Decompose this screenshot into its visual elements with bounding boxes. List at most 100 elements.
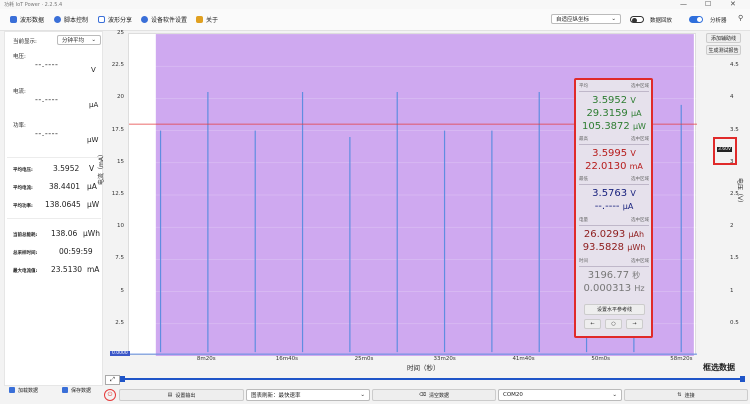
connect-label: 连接 [684, 392, 695, 399]
scrollbar-handle-right[interactable] [740, 376, 745, 382]
minimize-button[interactable]: — [680, 0, 687, 8]
avg-power-value: 138.0645 [45, 200, 81, 209]
generate-report-button[interactable]: 生成测试报告 [706, 45, 741, 55]
x-tick-label: 16m40s [275, 356, 298, 362]
output-icon: ▤ [167, 392, 173, 398]
y-tick-label: 25 [117, 30, 124, 36]
set-horizontal-reference-button[interactable]: 设置水平参考线 [584, 304, 645, 315]
toolbar-waveform-share-label: 波形分享 [108, 17, 133, 24]
total-energy-label: 当前总能耗: [13, 233, 38, 238]
min-voltage-value: 3.5763 [592, 188, 628, 199]
x-tick-label: 25m0s [354, 356, 374, 362]
y2-tick-label: 4 [730, 94, 734, 101]
avg-current-unit: µA [630, 109, 642, 118]
toolbar-device-settings-label: 设备软件设置 [151, 17, 188, 24]
cursor-value-tag: 3.60V [717, 147, 733, 152]
voltage-value: --.---- [35, 60, 59, 69]
voltage-label: 电压: [13, 54, 26, 60]
avg-title: 平均 [579, 84, 588, 89]
current-unit: µA [89, 101, 99, 109]
time-title: 时间 [579, 259, 588, 264]
frequency-value: 0.000313 [583, 283, 632, 294]
port-select[interactable]: COM20 ⌄ [498, 389, 622, 401]
nav-center-button[interactable]: ○ [605, 319, 622, 329]
power-icon[interactable]: ⏻ [104, 389, 116, 401]
avg-voltage-unit: V [630, 96, 636, 105]
energy-value: 93.5828 [582, 242, 625, 253]
toolbar-script-control[interactable]: 脚本控制 [54, 15, 88, 24]
energy-scope: 选中区域 [631, 218, 649, 223]
duration-value: 3196.77 [587, 270, 630, 281]
y2-tick-label: 3.5 [730, 126, 739, 133]
nav-left-button[interactable]: ← [584, 319, 601, 329]
scrollbar-handle-left[interactable] [120, 376, 125, 382]
max-current: 22.0130 mA [579, 161, 649, 172]
energy-unit: µWh [627, 243, 646, 252]
maximize-button[interactable]: ☐ [705, 0, 711, 8]
avg-power-unit: µW [87, 200, 100, 209]
y2-tick-label: 3 [730, 158, 734, 165]
refresh-rate-select[interactable]: 图表刷新：最快速率 ⌄ [246, 389, 370, 401]
charge-unit: µAh [628, 230, 645, 239]
display-mode-select[interactable]: 分钟平均 ⌄ [57, 35, 101, 45]
analyzer-label: 分析器 [710, 18, 727, 24]
arrow-right-icon: → [632, 321, 637, 327]
save-data-button[interactable]: 保存数据 [62, 385, 104, 395]
title-bar: 功耗 IoT Power · 2.2.5.4 — ☐ ✕ [0, 0, 750, 9]
max-current-unit: mA [87, 265, 100, 274]
avg-power: 105.3872 µW [579, 121, 649, 132]
eraser-icon: ⌫ [418, 392, 427, 398]
x-tick-label: 58m20s [670, 356, 693, 362]
y2-tick-label: 4.5 [730, 62, 739, 69]
max-scope: 选中区域 [631, 137, 649, 142]
max-voltage: 3.5995 V [579, 148, 649, 159]
total-energy-unit: µWh [83, 229, 100, 238]
toggle-knob [632, 18, 637, 23]
chevron-down-icon: ⌄ [91, 37, 96, 43]
divider [579, 144, 649, 145]
frequency-unit: Hz [634, 284, 645, 293]
range-select[interactable]: 自适应纵坐标 ⌄ [551, 14, 621, 24]
clear-data-label: 清空数据 [429, 392, 450, 399]
avg-voltage-label: 平均电压: [13, 168, 33, 173]
avg-current-value: 38.4401 [49, 182, 81, 191]
set-output-label: 设置输出 [175, 392, 196, 399]
x-tick-label: 33m20s [433, 356, 456, 362]
energy-title: 电量 [579, 218, 588, 223]
toolbar-waveform-data[interactable]: 波形数据 [10, 15, 44, 24]
nav-right-button[interactable]: → [626, 319, 643, 329]
y-tick-label: 22.5 [111, 62, 124, 69]
min-current-value: --.---- [594, 201, 620, 212]
analyzer-toggle[interactable] [689, 16, 703, 23]
energy: 93.5828 µWh [579, 242, 649, 253]
toolbar-about[interactable]: 关于 [196, 15, 218, 24]
close-button[interactable]: ✕ [730, 0, 736, 8]
refresh-rate-value: 图表刷新：最快速率 [251, 393, 301, 399]
run-time-label: 总采样时间: [13, 251, 38, 256]
max-title: 最高 [579, 137, 588, 142]
time-scrollbar[interactable] [124, 378, 741, 380]
avg-current-label: 平均电流: [13, 186, 33, 191]
gear-icon [141, 16, 148, 23]
left-panel: 当前显示: 分钟平均 ⌄ 电压: --.---- V 电流: --.---- µ… [4, 31, 103, 394]
add-guide-line-button[interactable]: 添加辅助线 [706, 33, 741, 43]
load-data-button[interactable]: 加载数据 [9, 385, 51, 395]
selection-stats-panel: 平均 选中区域 3.5952 V 29.3159 µA 105.3872 µW … [574, 78, 653, 338]
pin-icon[interactable]: ⚲ [738, 14, 743, 22]
y2-tick-label: 2 [730, 223, 734, 230]
chevron-down-icon: ⌄ [360, 392, 365, 398]
toolbar-device-settings[interactable]: 设备软件设置 [141, 15, 187, 24]
y-tick-label: 10 [117, 223, 124, 230]
toolbar-script-control-label: 脚本控制 [64, 17, 89, 24]
data-record-toggle[interactable] [630, 16, 644, 23]
toolbar-waveform-share[interactable]: 波形分享 [98, 15, 132, 24]
script-icon [54, 16, 61, 23]
fit-view-button[interactable]: ⤢ [105, 375, 120, 385]
time-scope: 选中区域 [631, 259, 649, 264]
load-icon [9, 387, 15, 393]
set-output-button[interactable]: ▤ 设置输出 [119, 389, 244, 401]
connect-button[interactable]: ⇅ 连接 [624, 389, 748, 401]
clear-data-button[interactable]: ⌫ 清空数据 [372, 389, 496, 401]
y-tick-label: 5 [120, 287, 125, 294]
min-title: 最低 [579, 177, 588, 182]
